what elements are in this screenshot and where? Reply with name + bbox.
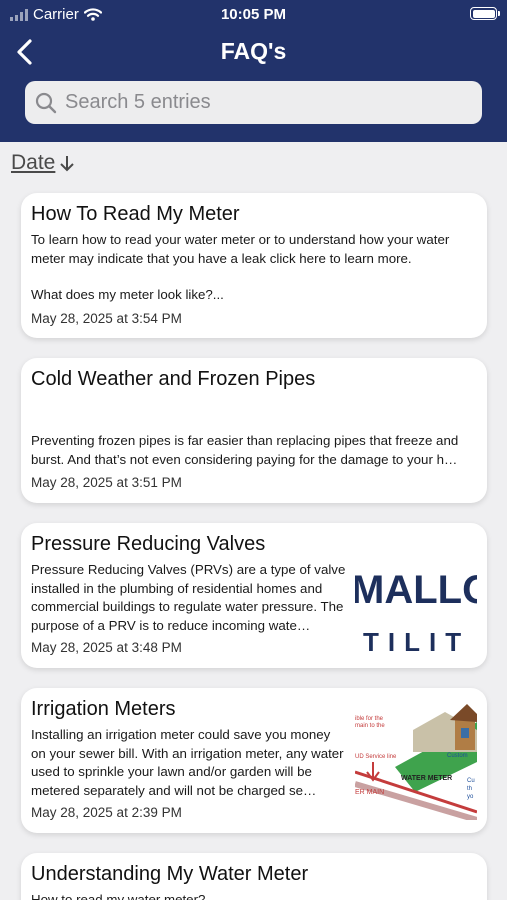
faq-card[interactable]: Understanding My Water Meter How to read… [21, 853, 487, 900]
svg-text:Cu: Cu [467, 778, 475, 784]
svg-text:ER MAIN: ER MAIN [355, 789, 384, 796]
faq-title: Irrigation Meters [31, 698, 176, 720]
battery-icon [470, 7, 500, 20]
faq-title: Cold Weather and Frozen Pipes [31, 368, 316, 390]
faq-card[interactable]: How To Read My Meter To learn how to rea… [21, 193, 487, 338]
svg-text:TILIT: TILIT [363, 627, 470, 657]
faq-date: May 28, 2025 at 2:39 PM [31, 805, 182, 820]
faq-card[interactable]: Cold Weather and Frozen Pipes Preventing… [21, 358, 487, 503]
faq-thumbnail: ible for the main to the UD Service line… [355, 702, 477, 820]
search-bar[interactable] [25, 81, 482, 124]
arrow-down-icon [60, 156, 75, 172]
svg-text:main to the: main to the [355, 723, 385, 729]
faq-date: May 28, 2025 at 3:51 PM [31, 475, 182, 490]
svg-text:th: th [467, 786, 472, 792]
faq-excerpt: How to read my water meter? [31, 892, 206, 900]
faq-excerpt-more: What does my meter look like?... [31, 287, 224, 302]
svg-text:UD Service line: UD Service line [355, 754, 397, 760]
faq-excerpt: To learn how to read your water meter or… [31, 232, 450, 266]
svg-text:MALLO: MALLO [355, 568, 477, 612]
sort-button[interactable]: Date [11, 151, 75, 175]
status-bar: Carrier 10:05 PM [0, 0, 507, 30]
svg-text:yo: yo [467, 794, 474, 800]
faq-card[interactable]: Irrigation Meters Installing an irrigati… [21, 688, 487, 833]
svg-text:WATER METER: WATER METER [401, 775, 452, 782]
faq-card[interactable]: Pressure Reducing Valves Pressure Reduci… [21, 523, 487, 668]
faq-thumbnail: MALLO TILIT [355, 548, 477, 658]
svg-text:Custom: Custom [447, 753, 468, 759]
navigation-header: Carrier 10:05 PM FAQ's [0, 0, 507, 142]
faq-title: Understanding My Water Meter [31, 863, 309, 885]
sort-label: Date [11, 151, 56, 174]
status-time: 10:05 PM [220, 6, 287, 23]
svg-text:ible for the: ible for the [355, 716, 384, 722]
faq-excerpt: Installing an irrigation meter could sav… [31, 727, 344, 798]
page-title: FAQ's [220, 38, 287, 64]
search-input[interactable] [65, 91, 465, 114]
faq-excerpt: Preventing frozen pipes is far easier th… [31, 433, 459, 467]
faq-title: Pressure Reducing Valves [31, 533, 266, 555]
faq-excerpt: Pressure Reducing Valves (PRVs) are a ty… [31, 562, 346, 633]
faq-date: May 28, 2025 at 3:48 PM [31, 640, 182, 655]
faq-date: May 28, 2025 at 3:54 PM [31, 311, 182, 326]
faq-title: How To Read My Meter [31, 203, 240, 225]
search-icon [35, 92, 57, 113]
